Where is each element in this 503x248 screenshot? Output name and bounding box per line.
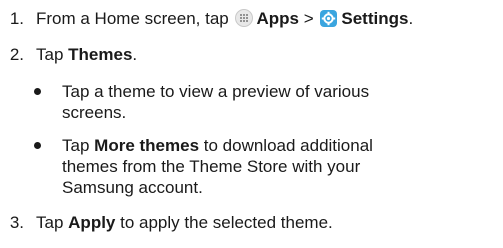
apps-grid-icon xyxy=(235,9,254,27)
step-1: 1. From a Home screen, tap Apps > Setting… xyxy=(0,8,413,29)
more-themes-label: More themes xyxy=(94,136,200,155)
bullet-line: themes from the Theme Store with your xyxy=(62,157,361,176)
step-number: 1. xyxy=(9,9,24,28)
step-suffix: . xyxy=(132,45,138,64)
settings-gear-icon xyxy=(320,10,338,27)
step-3: 3. Tap Apply to apply the selected theme. xyxy=(0,212,333,233)
step-2: 2. Tap Themes. xyxy=(0,44,137,65)
apply-label: Apply xyxy=(68,213,116,232)
bullet-line: Tap More themes to download additional xyxy=(62,136,373,155)
step-text: From a Home screen, tap xyxy=(36,9,229,28)
step-number: 2. xyxy=(9,45,24,64)
step-suffix: to apply the selected theme. xyxy=(120,213,333,232)
bullet-dot xyxy=(34,142,41,149)
bullet-item-more-themes: Tap More themes to download additional t… xyxy=(34,135,492,198)
bullet-item-preview: Tap a theme to view a preview of various… xyxy=(34,81,492,123)
step-number: 3. xyxy=(9,213,24,232)
bullet-line: Tap a theme to view a preview of various xyxy=(62,82,370,101)
step-text: Tap xyxy=(36,213,64,232)
step-suffix: . xyxy=(408,9,414,28)
bullet-line: screens. xyxy=(62,103,127,122)
settings-label: Settings xyxy=(341,9,409,28)
bullet-dot xyxy=(34,88,41,95)
menu-separator: > xyxy=(303,9,314,28)
themes-label: Themes xyxy=(68,45,133,64)
bullet-line: Samsung account. xyxy=(62,178,203,197)
step-text: Tap xyxy=(36,45,64,64)
apps-label: Apps xyxy=(256,9,299,28)
